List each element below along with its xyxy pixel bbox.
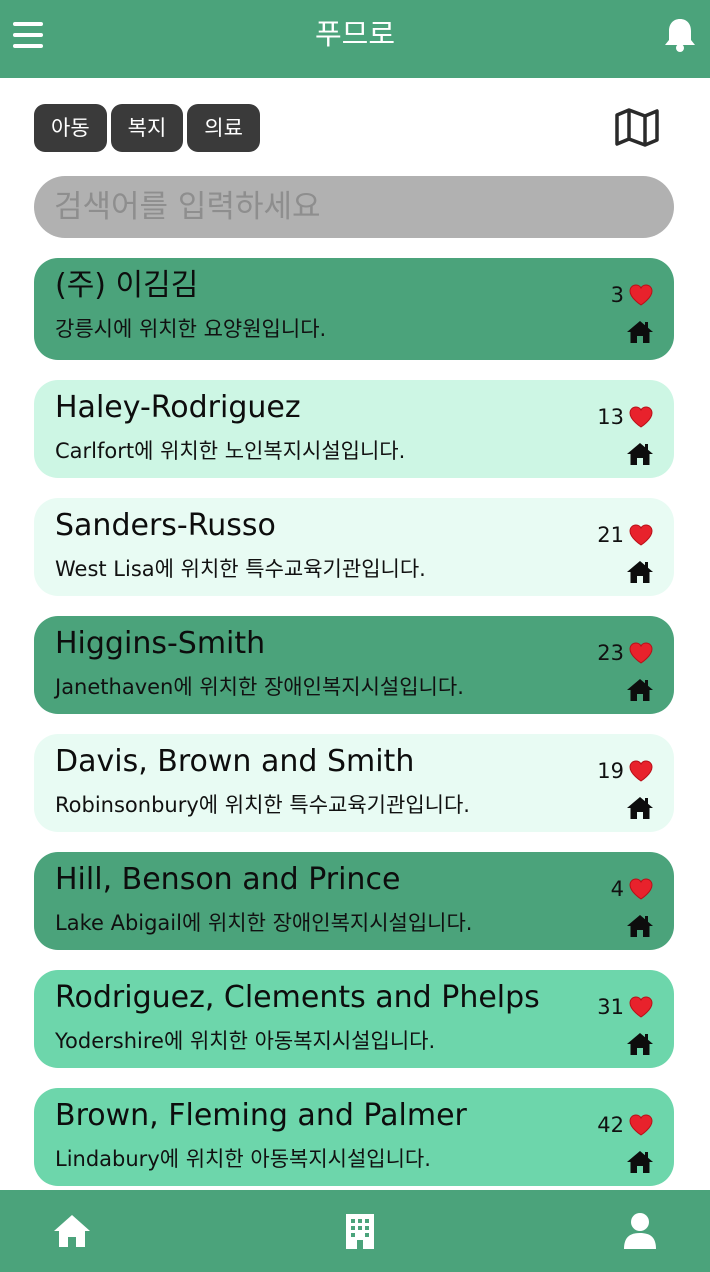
facility-meta: 42 (564, 1108, 654, 1178)
facility-card[interactable]: Davis, Brown and Smith Robinsonbury에 위치한 … (34, 734, 674, 832)
facility-meta: 4 (564, 872, 654, 942)
facility-description: Lindabury에 위치한 아동복지시설입니다. (55, 1147, 431, 1171)
facility-description: Yodershire에 위치한 아동복지시설입니다. (55, 1029, 436, 1053)
home-icon (627, 1033, 653, 1055)
home-icon[interactable] (52, 1212, 92, 1250)
app-title: 푸므로 (314, 17, 396, 51)
facility-name: Sanders-Russo (55, 508, 276, 543)
home-icon (627, 1151, 653, 1173)
search-input[interactable] (34, 176, 674, 238)
heart-icon (629, 524, 653, 546)
building-icon[interactable] (340, 1212, 380, 1250)
facility-description: Lake Abigail에 위치한 장애인복지시설입니다. (55, 911, 473, 935)
like-count: 4 (610, 877, 624, 901)
map-icon[interactable] (614, 107, 660, 147)
like-count: 23 (597, 641, 624, 665)
like-counter[interactable]: 13 (597, 400, 654, 434)
like-count: 13 (597, 405, 624, 429)
facility-card[interactable]: Rodriguez, Clements and Phelps Yodershire… (34, 970, 674, 1068)
facility-card[interactable]: (주) 이김김강릉시에 위치한 요양원입니다. 3 (34, 258, 674, 360)
facility-card[interactable]: Haley-Rodriguez Carlfort에 위치한 노인복지시설입니다. 1… (34, 380, 674, 478)
category-filter-chips: 아동 복지 의료 (34, 104, 260, 152)
facility-description: Janethaven에 위치한 장애인복지시설입니다. (55, 675, 464, 699)
like-count: 19 (597, 759, 624, 783)
home-icon (627, 321, 653, 343)
home-icon (627, 679, 653, 701)
like-count: 42 (597, 1113, 624, 1137)
like-count: 21 (597, 523, 624, 547)
facility-meta: 21 (564, 518, 654, 588)
heart-icon (629, 284, 653, 306)
home-icon (627, 561, 653, 583)
facility-list: (주) 이김김강릉시에 위치한 요양원입니다. 3 Haley-Rodriguez C… (34, 258, 674, 1206)
heart-icon (629, 996, 653, 1018)
top-app-bar: 푸므로 (0, 0, 710, 78)
like-counter[interactable]: 4 (611, 872, 654, 906)
home-icon (627, 915, 653, 937)
heart-icon (629, 1114, 653, 1136)
facility-name: Davis, Brown and Smith (55, 744, 415, 779)
heart-icon (629, 642, 653, 664)
like-count: 3 (610, 283, 624, 307)
facility-description: West Lisa에 위치한 특수교육기관입니다. (55, 557, 426, 581)
home-icon (627, 443, 653, 465)
like-counter[interactable]: 19 (597, 754, 654, 788)
facility-card[interactable]: Higgins-Smith Janethaven에 위치한 장애인복지시설입니다.… (34, 616, 674, 714)
facility-meta: 13 (564, 400, 654, 470)
chip-welfare[interactable]: 복지 (110, 104, 184, 152)
like-counter[interactable]: 21 (597, 518, 654, 552)
facility-card[interactable]: Sanders-Russo West Lisa에 위치한 특수교육기관입니다. 21 (34, 498, 674, 596)
facility-name: Haley-Rodriguez (55, 390, 301, 425)
facility-card[interactable]: Hill, Benson and Prince Lake Abigail에 위치한… (34, 852, 674, 950)
facility-meta: 3 (564, 278, 654, 348)
chip-children[interactable]: 아동 (34, 104, 107, 152)
bell-icon[interactable] (663, 17, 697, 53)
home-icon (627, 797, 653, 819)
facility-meta: 19 (564, 754, 654, 824)
like-count: 31 (597, 995, 624, 1019)
user-icon[interactable] (620, 1212, 660, 1250)
facility-meta: 23 (564, 636, 654, 706)
facility-description: Robinsonbury에 위치한 특수교육기관입니다. (55, 793, 470, 817)
facility-name: (주) 이김김 (55, 268, 199, 303)
heart-icon (629, 760, 653, 782)
facility-name: Rodriguez, Clements and Phelps (55, 980, 540, 1015)
facility-card[interactable]: Brown, Fleming and Palmer Lindabury에 위치한 … (34, 1088, 674, 1186)
heart-icon (629, 406, 653, 428)
bottom-navigation (0, 1190, 710, 1272)
like-counter[interactable]: 42 (597, 1108, 654, 1142)
heart-icon (629, 878, 653, 900)
facility-name: Brown, Fleming and Palmer (55, 1098, 467, 1133)
like-counter[interactable]: 23 (597, 636, 654, 670)
facility-name: Hill, Benson and Prince (55, 862, 401, 897)
chip-medical[interactable]: 의료 (187, 104, 260, 152)
like-counter[interactable]: 31 (597, 990, 654, 1024)
facility-name: Higgins-Smith (55, 626, 266, 661)
facility-description: 강릉시에 위치한 요양원입니다. (55, 317, 327, 341)
like-counter[interactable]: 3 (611, 278, 654, 312)
facility-description: Carlfort에 위치한 노인복지시설입니다. (55, 439, 406, 463)
facility-meta: 31 (564, 990, 654, 1060)
